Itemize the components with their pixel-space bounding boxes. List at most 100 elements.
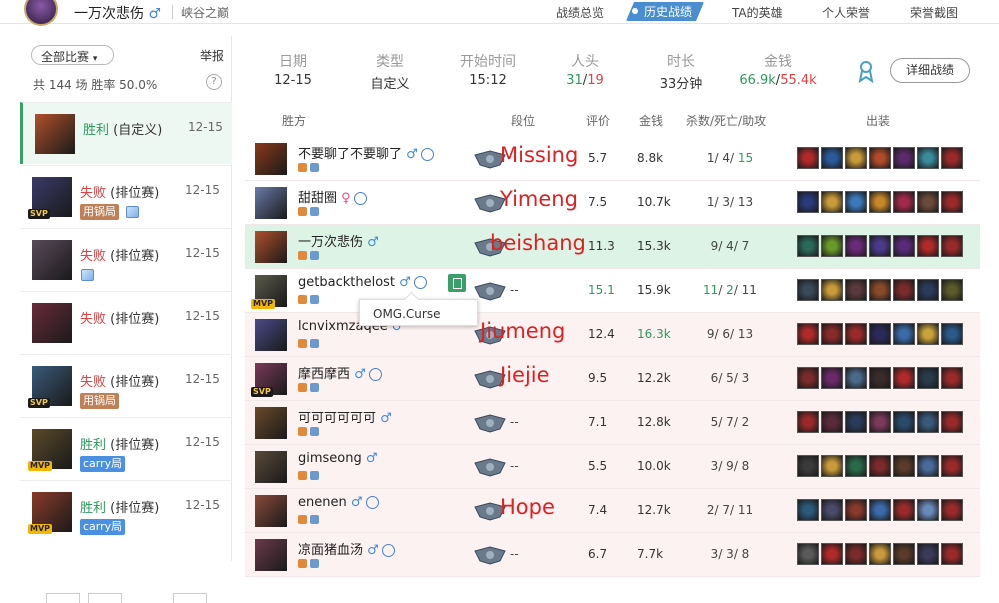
player-score: 5.5 — [588, 459, 608, 473]
player-name[interactable]: 不要聊了不要聊了 ♂ — [298, 143, 434, 162]
item-icon — [893, 191, 915, 213]
match-date: 12-15 — [188, 120, 223, 134]
champion-portrait[interactable] — [255, 319, 287, 351]
player-kda: 1/ 3/ 13 — [706, 195, 754, 209]
match-list-item[interactable]: MVP 胜利 (排位赛) 12-15 carry局 — [20, 417, 232, 479]
item-icon — [917, 235, 939, 257]
player-row[interactable]: 可可可可可可 ♂ -- 7.1 12.8k 5/ 7/ 2 — [245, 401, 980, 445]
top-header: 一万次悲伤 ♂ 峡谷之巅 战绩总览 历史战绩 TA的英雄 个人荣誉 荣誉截图 — [0, 0, 999, 26]
player-row[interactable]: lcnvixmzaqee ♂ 12.4 16.3k 9/ 6/ 13 Jiumeng — [245, 313, 980, 357]
agent-icon[interactable] — [381, 544, 395, 557]
champion-portrait[interactable] — [255, 187, 287, 219]
nickname-annotation: Hope — [500, 495, 555, 519]
agent-icon[interactable] — [368, 368, 382, 381]
summary-start-time: 15:12 — [469, 73, 507, 88]
image-icon[interactable] — [126, 206, 139, 218]
match-filter-dropdown[interactable]: 全部比赛 ▾ — [31, 45, 114, 65]
champion-portrait: SVP — [28, 177, 72, 219]
item-icon — [941, 543, 963, 565]
champion-portrait[interactable] — [255, 539, 287, 571]
match-list-item[interactable]: 胜利 (自定义) 12-15 — [20, 102, 232, 164]
player-name[interactable]: gimseong ♂ — [298, 451, 378, 466]
header-rank: 段位 — [511, 114, 536, 128]
tag-icon — [310, 163, 319, 172]
award-icon[interactable] — [857, 59, 875, 83]
match-list-item[interactable]: 失败 (排位赛) 12-15 — [20, 228, 232, 290]
pagination-button[interactable] — [173, 593, 207, 603]
champion-portrait[interactable]: SVP — [251, 363, 287, 397]
summary-label-type: 类型 — [376, 54, 404, 70]
player-name[interactable]: 凉面猪血汤 ♂ — [298, 539, 395, 558]
agent-icon[interactable] — [413, 276, 427, 289]
tab-record-overview[interactable]: 战绩总览 — [556, 4, 604, 21]
player-row[interactable]: gimseong ♂ -- 5.5 10.0k 3/ 9/ 8 — [245, 445, 980, 489]
male-gender-icon: ♂ — [350, 495, 363, 510]
match-list-item[interactable]: SVP 失败 (排位赛) 12-15 用锅局 — [20, 165, 232, 227]
tab-match-history[interactable]: 历史战绩 — [626, 2, 704, 21]
match-tag: carry局 — [80, 519, 126, 535]
player-name[interactable]: enenen ♂ — [298, 495, 379, 510]
item-icon — [869, 279, 891, 301]
report-link[interactable]: 举报 — [200, 47, 224, 64]
champion-portrait[interactable] — [255, 451, 287, 483]
match-date: 12-15 — [185, 309, 220, 323]
player-name[interactable]: 可可可可可可 ♂ — [298, 407, 392, 426]
item-icon — [941, 235, 963, 257]
player-row[interactable]: 凉面猪血汤 ♂ -- 6.7 7.7k 3/ 3/ 8 — [245, 533, 980, 577]
tag-icon — [298, 339, 307, 348]
player-kda: 1/ 4/ 15 — [706, 151, 754, 165]
pagination-button[interactable] — [88, 593, 122, 603]
champion-portrait[interactable] — [255, 495, 287, 527]
champion-portrait[interactable]: MVP — [251, 275, 287, 309]
agent-icon[interactable] — [420, 148, 434, 161]
user-avatar[interactable] — [24, 0, 58, 26]
item-build — [797, 323, 963, 345]
match-date: 12-15 — [185, 435, 220, 449]
agent-icon[interactable] — [353, 192, 367, 205]
player-name[interactable]: getbackthelost ♂ — [298, 275, 427, 290]
header-divider — [172, 5, 173, 19]
champion-portrait[interactable] — [255, 231, 287, 263]
player-score: 5.7 — [588, 151, 608, 165]
item-icon — [797, 543, 819, 565]
tab-personal-honor[interactable]: 个人荣誉 — [822, 4, 870, 21]
copy-icon[interactable] — [448, 274, 466, 292]
pagination-button[interactable] — [46, 593, 80, 603]
match-list-item[interactable]: MVP 胜利 (排位赛) 12-15 carry局 — [20, 480, 232, 542]
item-build — [797, 235, 963, 257]
summary-duration: 33分钟 — [659, 77, 703, 92]
player-kda: 9/ 4/ 7 — [710, 239, 750, 253]
server-name: 峡谷之巅 — [181, 6, 230, 20]
match-result: 失败 (排位赛) — [80, 249, 160, 264]
item-icon — [917, 323, 939, 345]
match-list-item[interactable]: SVP 失败 (排位赛) 12-15 用锅局 — [20, 354, 232, 416]
rank-value: -- — [510, 547, 519, 561]
agent-icon[interactable] — [365, 496, 379, 509]
item-icon — [941, 499, 963, 521]
match-list-item[interactable]: 失败 (排位赛) 12-15 — [20, 291, 232, 353]
player-row[interactable]: SVP 摩西摩西 ♂ 9.5 12.2k 6/ 5/ 3 Jiejie — [245, 357, 980, 401]
match-result: 胜利 (自定义) — [83, 123, 163, 138]
item-icon — [845, 411, 867, 433]
player-row[interactable]: 不要聊了不要聊了 ♂ 5.7 8.8k 1/ 4/ 15 Missing — [245, 137, 980, 181]
header-gold: 金钱 — [639, 114, 664, 128]
player-row[interactable]: MVP getbackthelost ♂ -- 15.1 15.9k 11/ 2/ 11 — [245, 269, 980, 313]
champion-portrait[interactable] — [255, 143, 287, 175]
player-name[interactable]: 甜甜圈 ♀ — [298, 187, 367, 206]
champion-portrait[interactable] — [255, 407, 287, 439]
player-row[interactable]: 一万次悲伤 ♂ 11.3 15.3k 9/ 4/ 7 beishang — [245, 225, 980, 269]
player-name[interactable]: 一万次悲伤 ♂ — [298, 231, 379, 250]
detail-stats-button[interactable]: 详细战绩 — [890, 58, 970, 83]
item-icon — [893, 323, 915, 345]
tag-icon — [310, 515, 319, 524]
image-icon[interactable] — [81, 269, 94, 281]
player-row[interactable]: 甜甜圈 ♀ 7.5 10.7k 1/ 3/ 13 Yimeng — [245, 181, 980, 225]
player-name[interactable]: 摩西摩西 ♂ — [298, 363, 382, 382]
tag-icon — [298, 471, 307, 480]
tab-their-champions[interactable]: TA的英雄 — [732, 4, 783, 21]
tag-icon — [310, 427, 319, 436]
item-build — [797, 499, 963, 521]
player-row[interactable]: enenen ♂ 7.4 12.7k 2/ 7/ 11 Hope — [245, 489, 980, 533]
help-icon[interactable]: ? — [206, 74, 222, 90]
tab-honor-screenshots[interactable]: 荣誉截图 — [910, 4, 958, 21]
